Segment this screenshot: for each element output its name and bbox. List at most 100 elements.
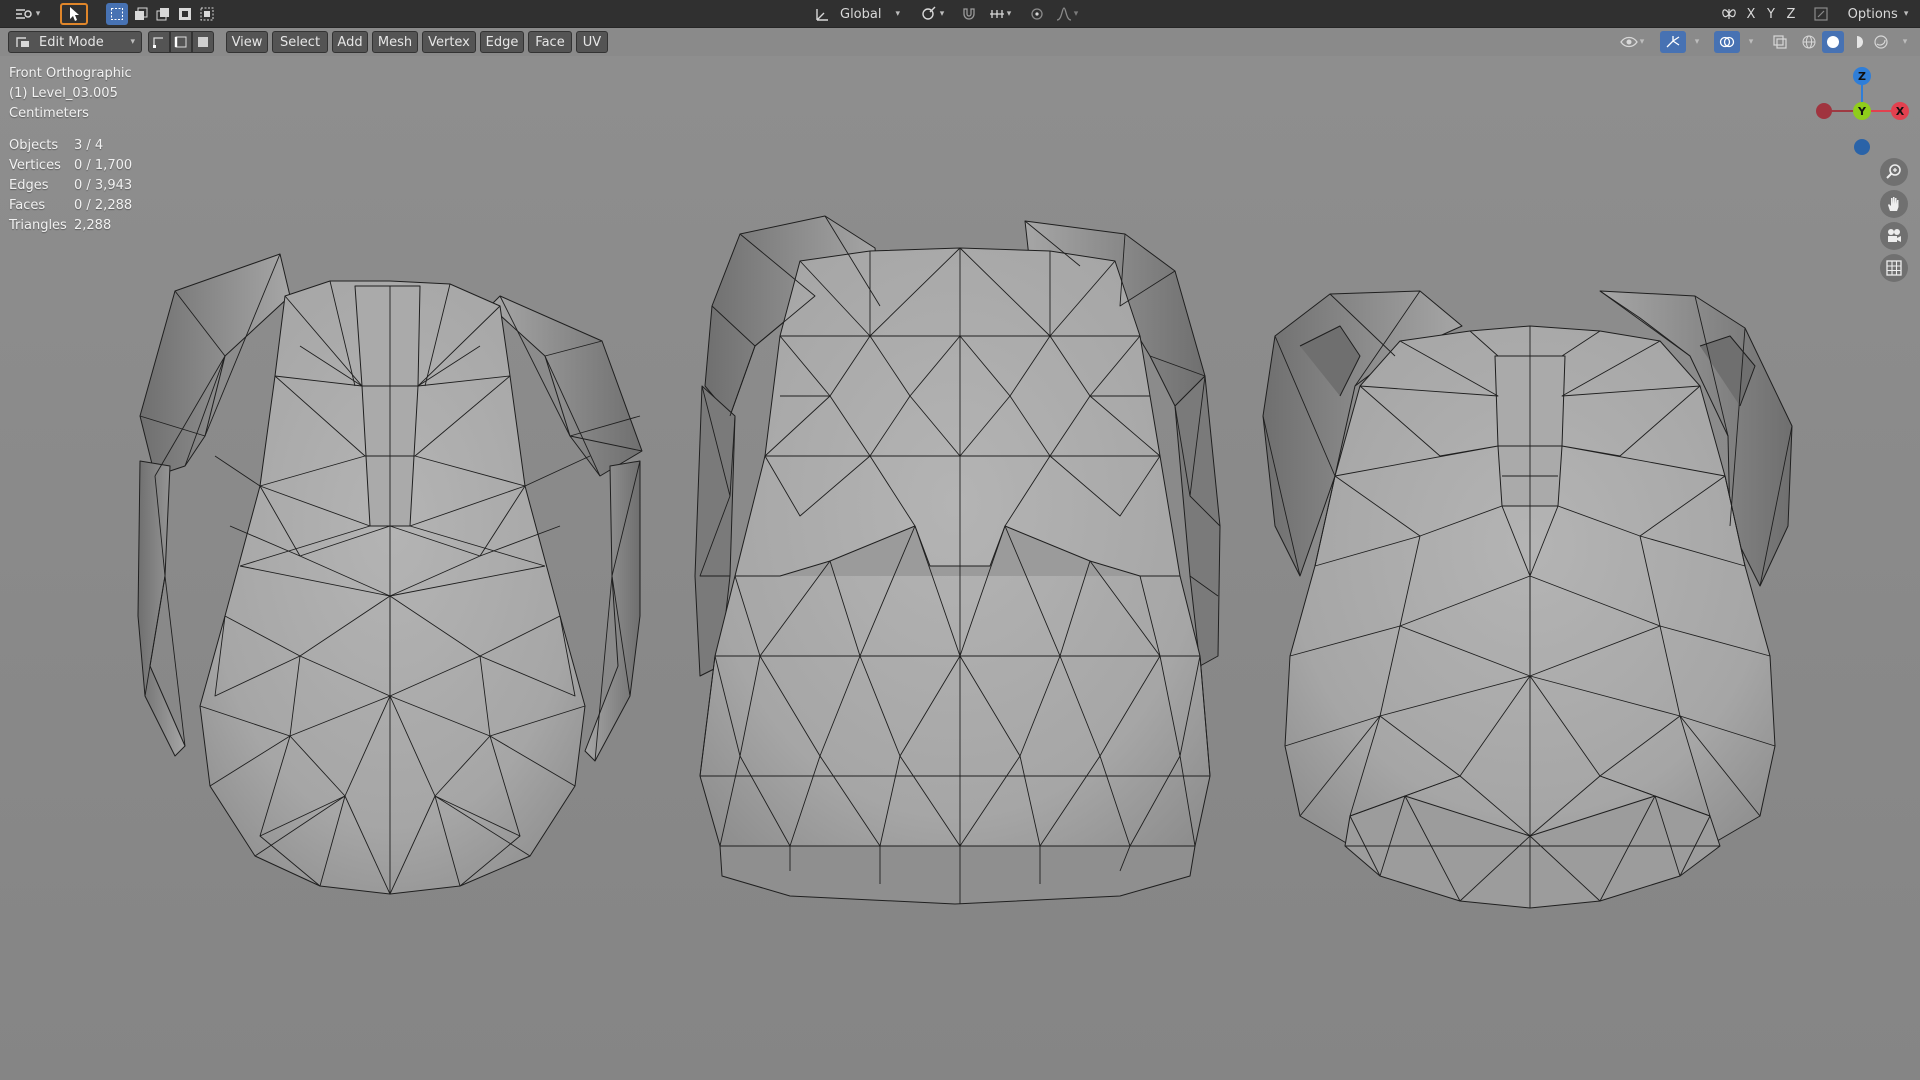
edge-select-mode-button[interactable] xyxy=(170,31,192,53)
zoom-view-button[interactable] xyxy=(1880,158,1908,186)
stat-label: Faces xyxy=(9,198,46,213)
mirror-x-toggle[interactable]: X xyxy=(1742,3,1760,25)
overlays-toggle[interactable] xyxy=(1714,31,1740,53)
mirror-toggle[interactable] xyxy=(1718,3,1740,25)
gizmo-neg-x-handle[interactable] xyxy=(1816,103,1832,119)
backpack-pocket-mesh[interactable] xyxy=(1262,290,1793,909)
magnet-icon xyxy=(963,8,975,20)
chevron-down-icon: ▾ xyxy=(1748,37,1754,47)
shading-solid-button[interactable] xyxy=(1822,31,1844,53)
3d-viewport[interactable]: Front Orthographic (1) Level_03.005 Cent… xyxy=(0,56,1920,1080)
stat-row: Triangles 2,288 xyxy=(9,216,132,236)
vertex-select-icon xyxy=(153,37,163,48)
xray-icon xyxy=(1773,35,1787,49)
select-intersect-icon xyxy=(200,7,214,21)
falloff-dropdown[interactable]: ▾ xyxy=(1050,3,1084,25)
select-subtract-button[interactable] xyxy=(152,3,174,25)
stat-row: Edges 0 / 3,943 xyxy=(9,176,132,196)
navigation-gizmo[interactable]: Z X Y xyxy=(1800,56,1920,166)
gizmo-toggle[interactable] xyxy=(1660,31,1686,53)
menu-view[interactable]: View xyxy=(226,31,268,53)
menu-select[interactable]: Select xyxy=(272,31,328,53)
shading-material-button[interactable] xyxy=(1846,31,1868,53)
overlays-dropdown[interactable]: ▾ xyxy=(1740,31,1760,53)
stat-value: 0 / 1,700 xyxy=(74,158,133,173)
camera-view-button[interactable] xyxy=(1880,222,1908,250)
shading-dropdown[interactable]: ▾ xyxy=(1894,31,1914,53)
material-sphere-icon xyxy=(1851,36,1863,48)
pivot-icon xyxy=(922,6,936,20)
select-subtract-icon xyxy=(156,8,169,21)
transform-orientation-dropdown[interactable]: Global ▾ xyxy=(810,3,906,25)
wireframe-sphere-icon xyxy=(1802,35,1816,49)
editor-type-button[interactable]: ▾ xyxy=(8,3,46,25)
shading-rendered-button[interactable] xyxy=(1870,31,1892,53)
chevron-down-icon: ▾ xyxy=(1902,37,1908,47)
camera-icon xyxy=(1888,229,1901,242)
pan-view-button[interactable] xyxy=(1880,190,1908,218)
select-intersect-button[interactable] xyxy=(196,3,218,25)
menu-vertex[interactable]: Vertex xyxy=(422,31,476,53)
mirror-y-toggle[interactable]: Y xyxy=(1762,3,1780,25)
snap-increment-icon xyxy=(989,10,1004,18)
menu-mesh[interactable]: Mesh xyxy=(372,31,418,53)
stat-value: 2,288 xyxy=(74,218,112,233)
mirror-z-toggle[interactable]: Z xyxy=(1782,3,1800,25)
options-label: Options xyxy=(1847,6,1898,22)
auto-merge-toggle[interactable] xyxy=(1810,3,1832,25)
select-new-icon xyxy=(111,8,123,20)
chevron-down-icon: ▾ xyxy=(130,37,135,47)
select-extend-button[interactable] xyxy=(130,3,152,25)
snap-target-dropdown[interactable]: ▾ xyxy=(982,3,1018,25)
falloff-curve-icon xyxy=(1056,7,1071,21)
mesh-canvas[interactable] xyxy=(0,56,1920,1080)
orientation-axes-icon xyxy=(816,9,828,21)
face-select-mode-button[interactable] xyxy=(192,31,214,53)
backpack-back-mesh[interactable] xyxy=(137,253,643,895)
auto-merge-icon xyxy=(1814,7,1828,21)
gizmo-neg-z-handle[interactable] xyxy=(1854,139,1870,155)
chevron-down-icon: ▾ xyxy=(1694,37,1700,47)
backpack-front-mesh[interactable] xyxy=(694,215,1221,905)
toggle-ortho-button[interactable] xyxy=(1880,254,1908,282)
menu-uv[interactable]: UV xyxy=(576,31,608,53)
stat-value: 0 / 2,288 xyxy=(74,198,133,213)
gizmo-x-label: X xyxy=(1896,105,1905,118)
chevron-down-icon: ▾ xyxy=(1903,9,1909,19)
select-invert-button[interactable] xyxy=(174,3,196,25)
mode-label: Edit Mode xyxy=(39,34,104,50)
pivot-point-dropdown[interactable]: ▾ xyxy=(914,3,950,25)
stat-value: 0 / 3,943 xyxy=(74,178,133,193)
header-menu-bar: Edit Mode ▾ View Select Add Mesh Vertex … xyxy=(0,28,1920,56)
eye-icon xyxy=(1619,36,1638,48)
chevron-down-icon: ▾ xyxy=(1073,9,1079,19)
unit-system: Centimeters xyxy=(9,106,89,121)
select-new-button[interactable] xyxy=(106,3,128,25)
edge-select-icon xyxy=(174,36,187,48)
edit-mode-icon xyxy=(16,37,29,47)
gizmo-y-label: Y xyxy=(1857,105,1867,118)
menu-face[interactable]: Face xyxy=(528,31,572,53)
options-dropdown[interactable]: Options ▾ xyxy=(1840,3,1916,25)
stat-label: Edges xyxy=(9,178,49,193)
menu-add[interactable]: Add xyxy=(332,31,368,53)
snap-toggle[interactable] xyxy=(958,3,980,25)
vertex-select-mode-button[interactable] xyxy=(148,31,170,53)
visibility-dropdown[interactable]: ▾ xyxy=(1612,31,1652,53)
chevron-down-icon: ▾ xyxy=(35,9,41,19)
proportional-edit-icon xyxy=(1031,8,1043,20)
object-name: (1) Level_03.005 xyxy=(9,86,118,101)
hand-icon xyxy=(1888,197,1899,211)
chevron-down-icon: ▾ xyxy=(939,9,945,19)
select-tool-button[interactable] xyxy=(60,3,88,25)
xray-toggle[interactable] xyxy=(1768,31,1792,53)
stat-value: 3 / 4 xyxy=(74,138,104,153)
rendered-sphere-icon xyxy=(1874,35,1888,49)
shading-wireframe-button[interactable] xyxy=(1798,31,1820,53)
mode-dropdown[interactable]: Edit Mode ▾ xyxy=(8,31,142,53)
gizmo-icon xyxy=(1666,36,1680,48)
menu-edge[interactable]: Edge xyxy=(480,31,524,53)
gizmo-dropdown[interactable]: ▾ xyxy=(1686,31,1706,53)
stat-row: Objects 3 / 4 xyxy=(9,136,132,156)
proportional-edit-toggle[interactable] xyxy=(1026,3,1048,25)
